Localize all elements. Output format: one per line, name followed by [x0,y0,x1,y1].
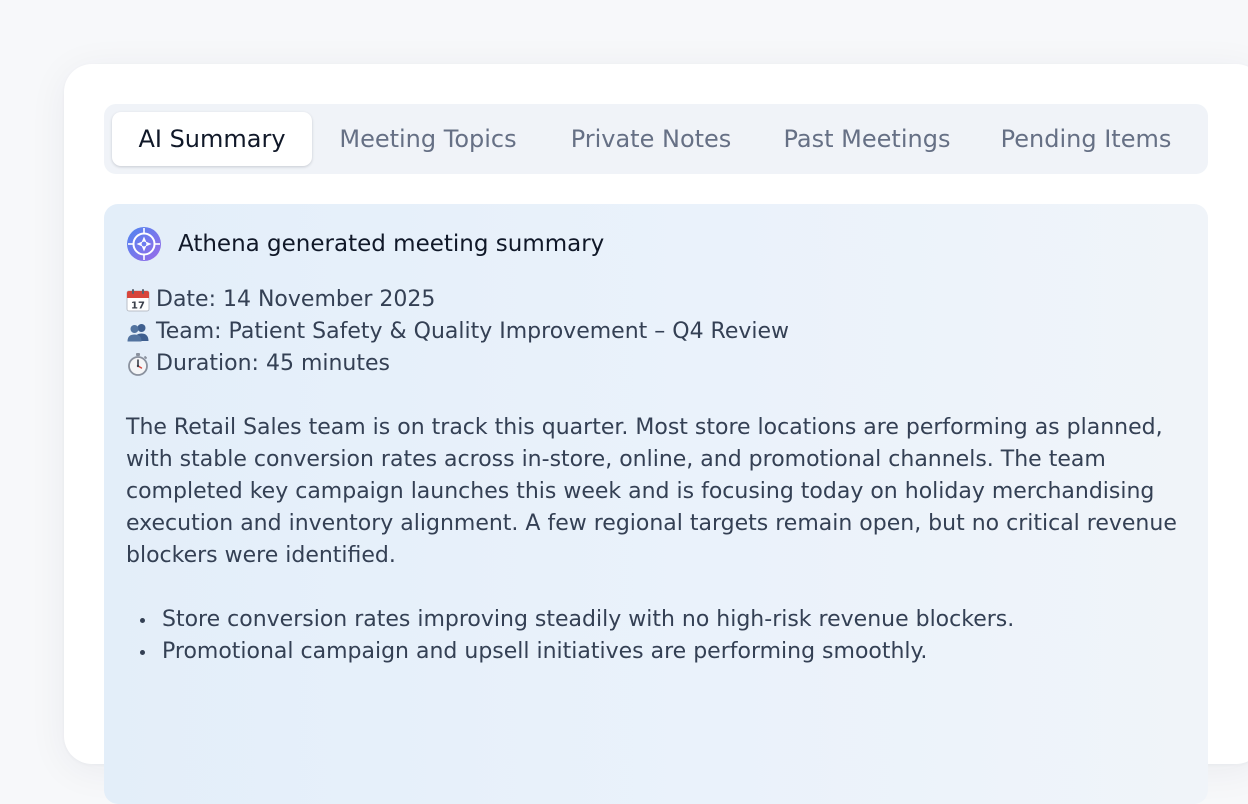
summary-paragraph: The Retail Sales team is on track this q… [126,415,1177,568]
meta-duration: Duration: 45 minutes [126,348,1186,380]
athena-logo-icon [127,227,161,261]
calendar-icon: 17 [126,289,150,312]
meta-date: 17 Date: 14 November 2025 [126,284,1186,316]
list-item: Promotional campaign and upsell initiati… [126,636,1186,668]
tab-ai-summary[interactable]: AI Summary [112,112,312,166]
bullet-dot-icon [140,618,145,623]
summary-title: Athena generated meeting summary [178,231,605,257]
team-icon [127,324,149,342]
summary-header: Athena generated meeting summary [126,226,604,262]
bullet-text: Store conversion rates improving steadil… [162,607,1015,632]
bullet-text: Promotional campaign and upsell initiati… [162,639,928,664]
meta-duration-text: Duration: 45 minutes [156,351,390,376]
tab-private-notes[interactable]: Private Notes [562,112,740,166]
meta-team-text: Team: Patient Safety & Quality Improveme… [156,319,790,344]
stopwatch-icon [128,353,148,376]
meta-team: Team: Patient Safety & Quality Improveme… [126,316,1186,348]
list-item: Store conversion rates improving steadil… [126,604,1186,636]
tab-bar: AI Summary Meeting Topics Private Notes … [104,104,1208,174]
bullet-dot-icon [140,650,145,655]
summary-bullets: Store conversion rates improving steadil… [126,604,1186,668]
tab-pending-items[interactable]: Pending Items [994,112,1178,166]
meeting-details-card: AI Summary Meeting Topics Private Notes … [64,64,1248,804]
ai-summary-panel: Athena generated meeting summary 17 Date… [104,204,1208,804]
meeting-meta: 17 Date: 14 November 2025 Team: Patient … [126,284,1186,380]
svg-text:17: 17 [131,301,145,312]
tab-meeting-topics[interactable]: Meeting Topics [330,112,526,166]
meta-date-text: Date: 14 November 2025 [156,287,436,312]
tab-past-meetings[interactable]: Past Meetings [774,112,960,166]
